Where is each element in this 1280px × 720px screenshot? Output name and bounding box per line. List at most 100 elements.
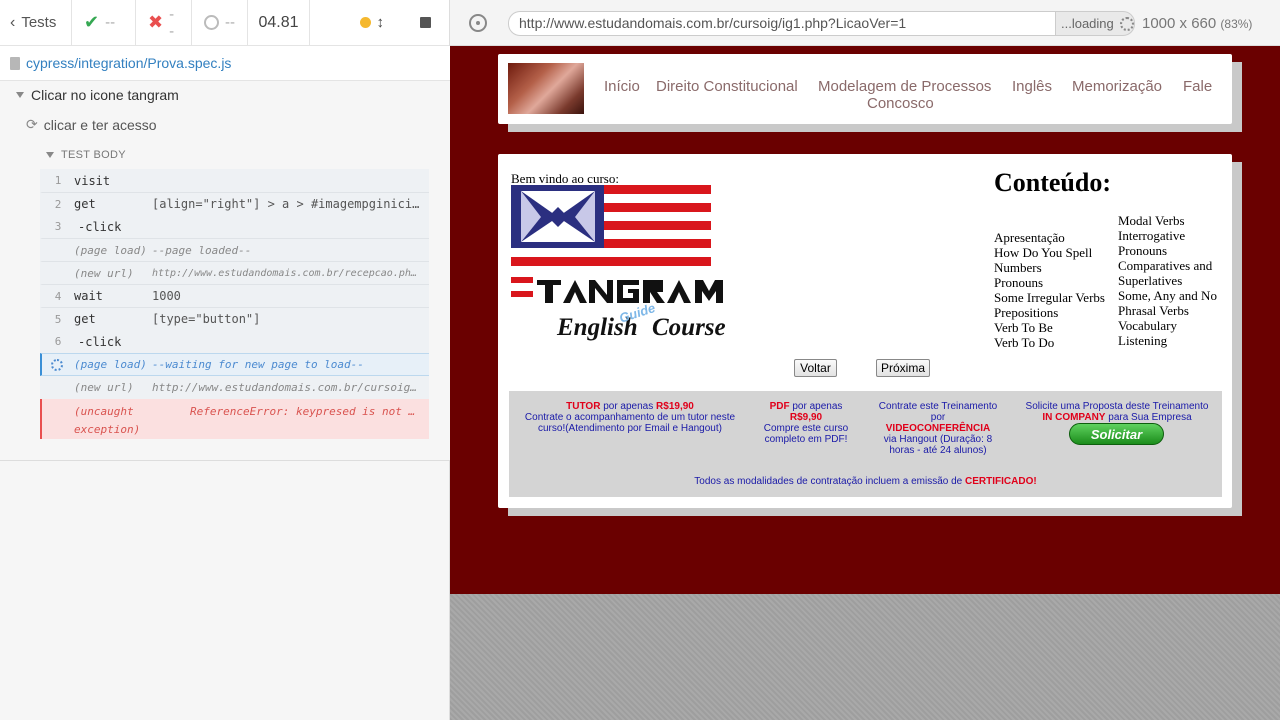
spec-path-link[interactable]: cypress/integration/Prova.spec.js (26, 55, 231, 71)
menu-item-ingles[interactable]: Inglês (1012, 78, 1052, 95)
command-name: wait (74, 289, 103, 303)
pending-stat: -- (192, 0, 248, 45)
command-row-event[interactable]: (new url) http://www.estudandomais.com.b… (40, 261, 429, 284)
command-row-event[interactable]: (page load) --page loaded-- (40, 238, 429, 261)
solicitar-button[interactable]: Solicitar (1069, 423, 1164, 445)
event-message: --page loaded-- (152, 243, 252, 257)
auto-scroll-toggle-icon[interactable]: ↕ (377, 14, 385, 31)
command-row-error[interactable]: (uncaught exception) ReferenceError: key… (40, 399, 429, 439)
refresh-icon: ⟳ (26, 116, 38, 132)
promo-tutor: TUTOR por apenas R$19,90 Contrate o acom… (523, 401, 737, 434)
menu-item-modelagem[interactable]: Modelagem de Processos (818, 78, 991, 95)
reporter-header: ‹ Tests ✔ -- ✖ -- -- 04.81 ↕ (0, 0, 449, 46)
command-message: 1000 (152, 289, 181, 303)
test-title[interactable]: ⟳ clicar e ter acesso (26, 116, 157, 133)
failed-count: -- (169, 5, 175, 40)
promo-pdf-label: PDF (769, 401, 790, 412)
file-icon (10, 56, 20, 70)
lesson-link[interactable]: Some Irregular Verbs (994, 290, 1105, 305)
suite-title-text: Clicar no icone tangram (31, 87, 179, 103)
viewport-scale: (83%) (1220, 17, 1253, 31)
lesson-link[interactable]: Modal Verbs (1118, 213, 1217, 228)
url-display[interactable]: http://www.estudandomais.com.br/cursoig/… (508, 11, 1056, 36)
test-title-text: clicar e ter acesso (43, 116, 157, 133)
command-row[interactable]: 4 wait 1000 (40, 284, 429, 307)
test-body-header[interactable]: TEST BODY (46, 149, 126, 161)
promo-video-label: VIDEOCONFERÊNCIA (885, 423, 991, 434)
back-button[interactable]: Voltar (794, 359, 837, 377)
command-row[interactable]: 2 get [align="right"] > a > #imagempgini… (40, 192, 429, 215)
lesson-link[interactable]: Listening (1118, 333, 1217, 348)
command-row-event[interactable]: (new url) http://www.estudandomais.com.b… (40, 376, 429, 399)
promo-pdf-price: R$9,90 (789, 412, 823, 423)
failed-stat: ✖ -- (136, 0, 192, 45)
tangram-logo[interactable]: English Course Guide (511, 185, 736, 345)
lesson-link[interactable]: Pronouns (994, 275, 1105, 290)
duration: 04.81 (248, 0, 310, 45)
next-button[interactable]: Próxima (876, 359, 930, 377)
command-row-pending[interactable]: (page load) --waiting for new page to lo… (40, 353, 429, 376)
lesson-link[interactable]: Interrogative (1118, 228, 1217, 243)
tests-back-button[interactable]: ‹ Tests (0, 0, 72, 45)
event-message: http://www.estudandomais.com.br/recepcao… (152, 267, 429, 279)
pending-count: -- (225, 14, 235, 31)
lesson-link[interactable]: Comparatives and (1118, 258, 1217, 273)
promo-company: Solicite uma Proposta deste Treinamento … (1019, 401, 1215, 423)
command-number: 3 (54, 220, 62, 233)
loading-indicator: ...loading (1055, 11, 1135, 36)
command-row[interactable]: 1 visit (40, 169, 429, 192)
lesson-link[interactable]: Apresentação (994, 230, 1105, 245)
promo-tutor-label: TUTOR (566, 401, 601, 412)
promo-pdf-desc: Compre este curso completo em PDF! (763, 423, 849, 445)
menu-item-memorizacao[interactable]: Memorização (1072, 78, 1162, 95)
lesson-link[interactable]: Phrasal Verbs (1118, 303, 1217, 318)
lesson-link[interactable]: Superlatives (1118, 273, 1217, 288)
lesson-link[interactable]: Pronouns (1118, 243, 1217, 258)
lesson-link[interactable]: Numbers (994, 260, 1105, 275)
promo-tutor-text: por apenas (603, 401, 654, 412)
command-row[interactable]: 3 -click (40, 215, 429, 238)
event-message: --waiting for new page to load-- (152, 358, 364, 371)
menu-item-concosco[interactable]: Concosco (867, 95, 934, 112)
logo-course-text: Course (652, 314, 726, 341)
event-name: (new url) (74, 266, 134, 280)
promo-company-label: IN COMPANY (1042, 412, 1106, 423)
site-header: Início Direito Constitucional Modelagem … (498, 54, 1232, 124)
lesson-link[interactable]: Some, Any and No (1118, 288, 1217, 303)
certificate-text: Todos as modalidades de contratação incl… (694, 476, 963, 487)
test-body-label: TEST BODY (61, 149, 126, 161)
promo-video-text: Contrate este Treinamento por (878, 401, 998, 423)
passed-stat: ✔ -- (72, 0, 136, 45)
promo-company-rest: para Sua Empresa (1108, 412, 1192, 423)
lesson-link[interactable]: Vocabulary (1118, 318, 1217, 333)
command-row[interactable]: 6 -click (40, 330, 429, 353)
promo-pdf: PDF por apenas R$9,90 Compre este curso … (759, 401, 853, 445)
tests-label: Tests (21, 14, 57, 31)
command-message: [type="button"] (152, 312, 261, 326)
menu-item-direito[interactable]: Direito Constitucional (656, 78, 798, 95)
suite-title[interactable]: Clicar no icone tangram (16, 87, 179, 103)
command-name: get (74, 312, 96, 326)
loading-label: ...loading (1061, 16, 1114, 31)
loading-spinner-icon (51, 359, 63, 371)
command-row[interactable]: 5 get [type="button"] (40, 307, 429, 330)
promo-pdf-text: por apenas (792, 401, 843, 412)
menu-item-inicio[interactable]: Início (604, 78, 640, 95)
menu-item-fale[interactable]: Fale (1183, 78, 1212, 95)
runnables: Clicar no icone tangram ⟳ clicar e ter a… (0, 81, 450, 461)
event-name: (new url) (74, 381, 134, 394)
lesson-link[interactable]: Prepositions (994, 305, 1105, 320)
running-indicator-icon (359, 17, 371, 28)
lesson-link[interactable]: Verb To Do (994, 335, 1105, 350)
header-photo (508, 63, 584, 114)
promo-company-text: Solicite uma Proposta deste Treinamento (1025, 401, 1209, 412)
selector-playground-icon[interactable] (469, 14, 487, 32)
stop-button[interactable] (420, 17, 431, 28)
command-number: 4 (54, 289, 62, 303)
lesson-link[interactable]: Verb To Be (994, 320, 1105, 335)
lesson-link[interactable]: How Do You Spell (994, 245, 1105, 260)
browser-area: http://www.estudandomais.com.br/cursoig/… (450, 0, 1280, 720)
certificate-note: Todos as modalidades de contratação incl… (509, 476, 1222, 487)
command-name: -click (78, 334, 122, 349)
viewport-info[interactable]: 1000 x 660 (83%) (1142, 15, 1252, 32)
